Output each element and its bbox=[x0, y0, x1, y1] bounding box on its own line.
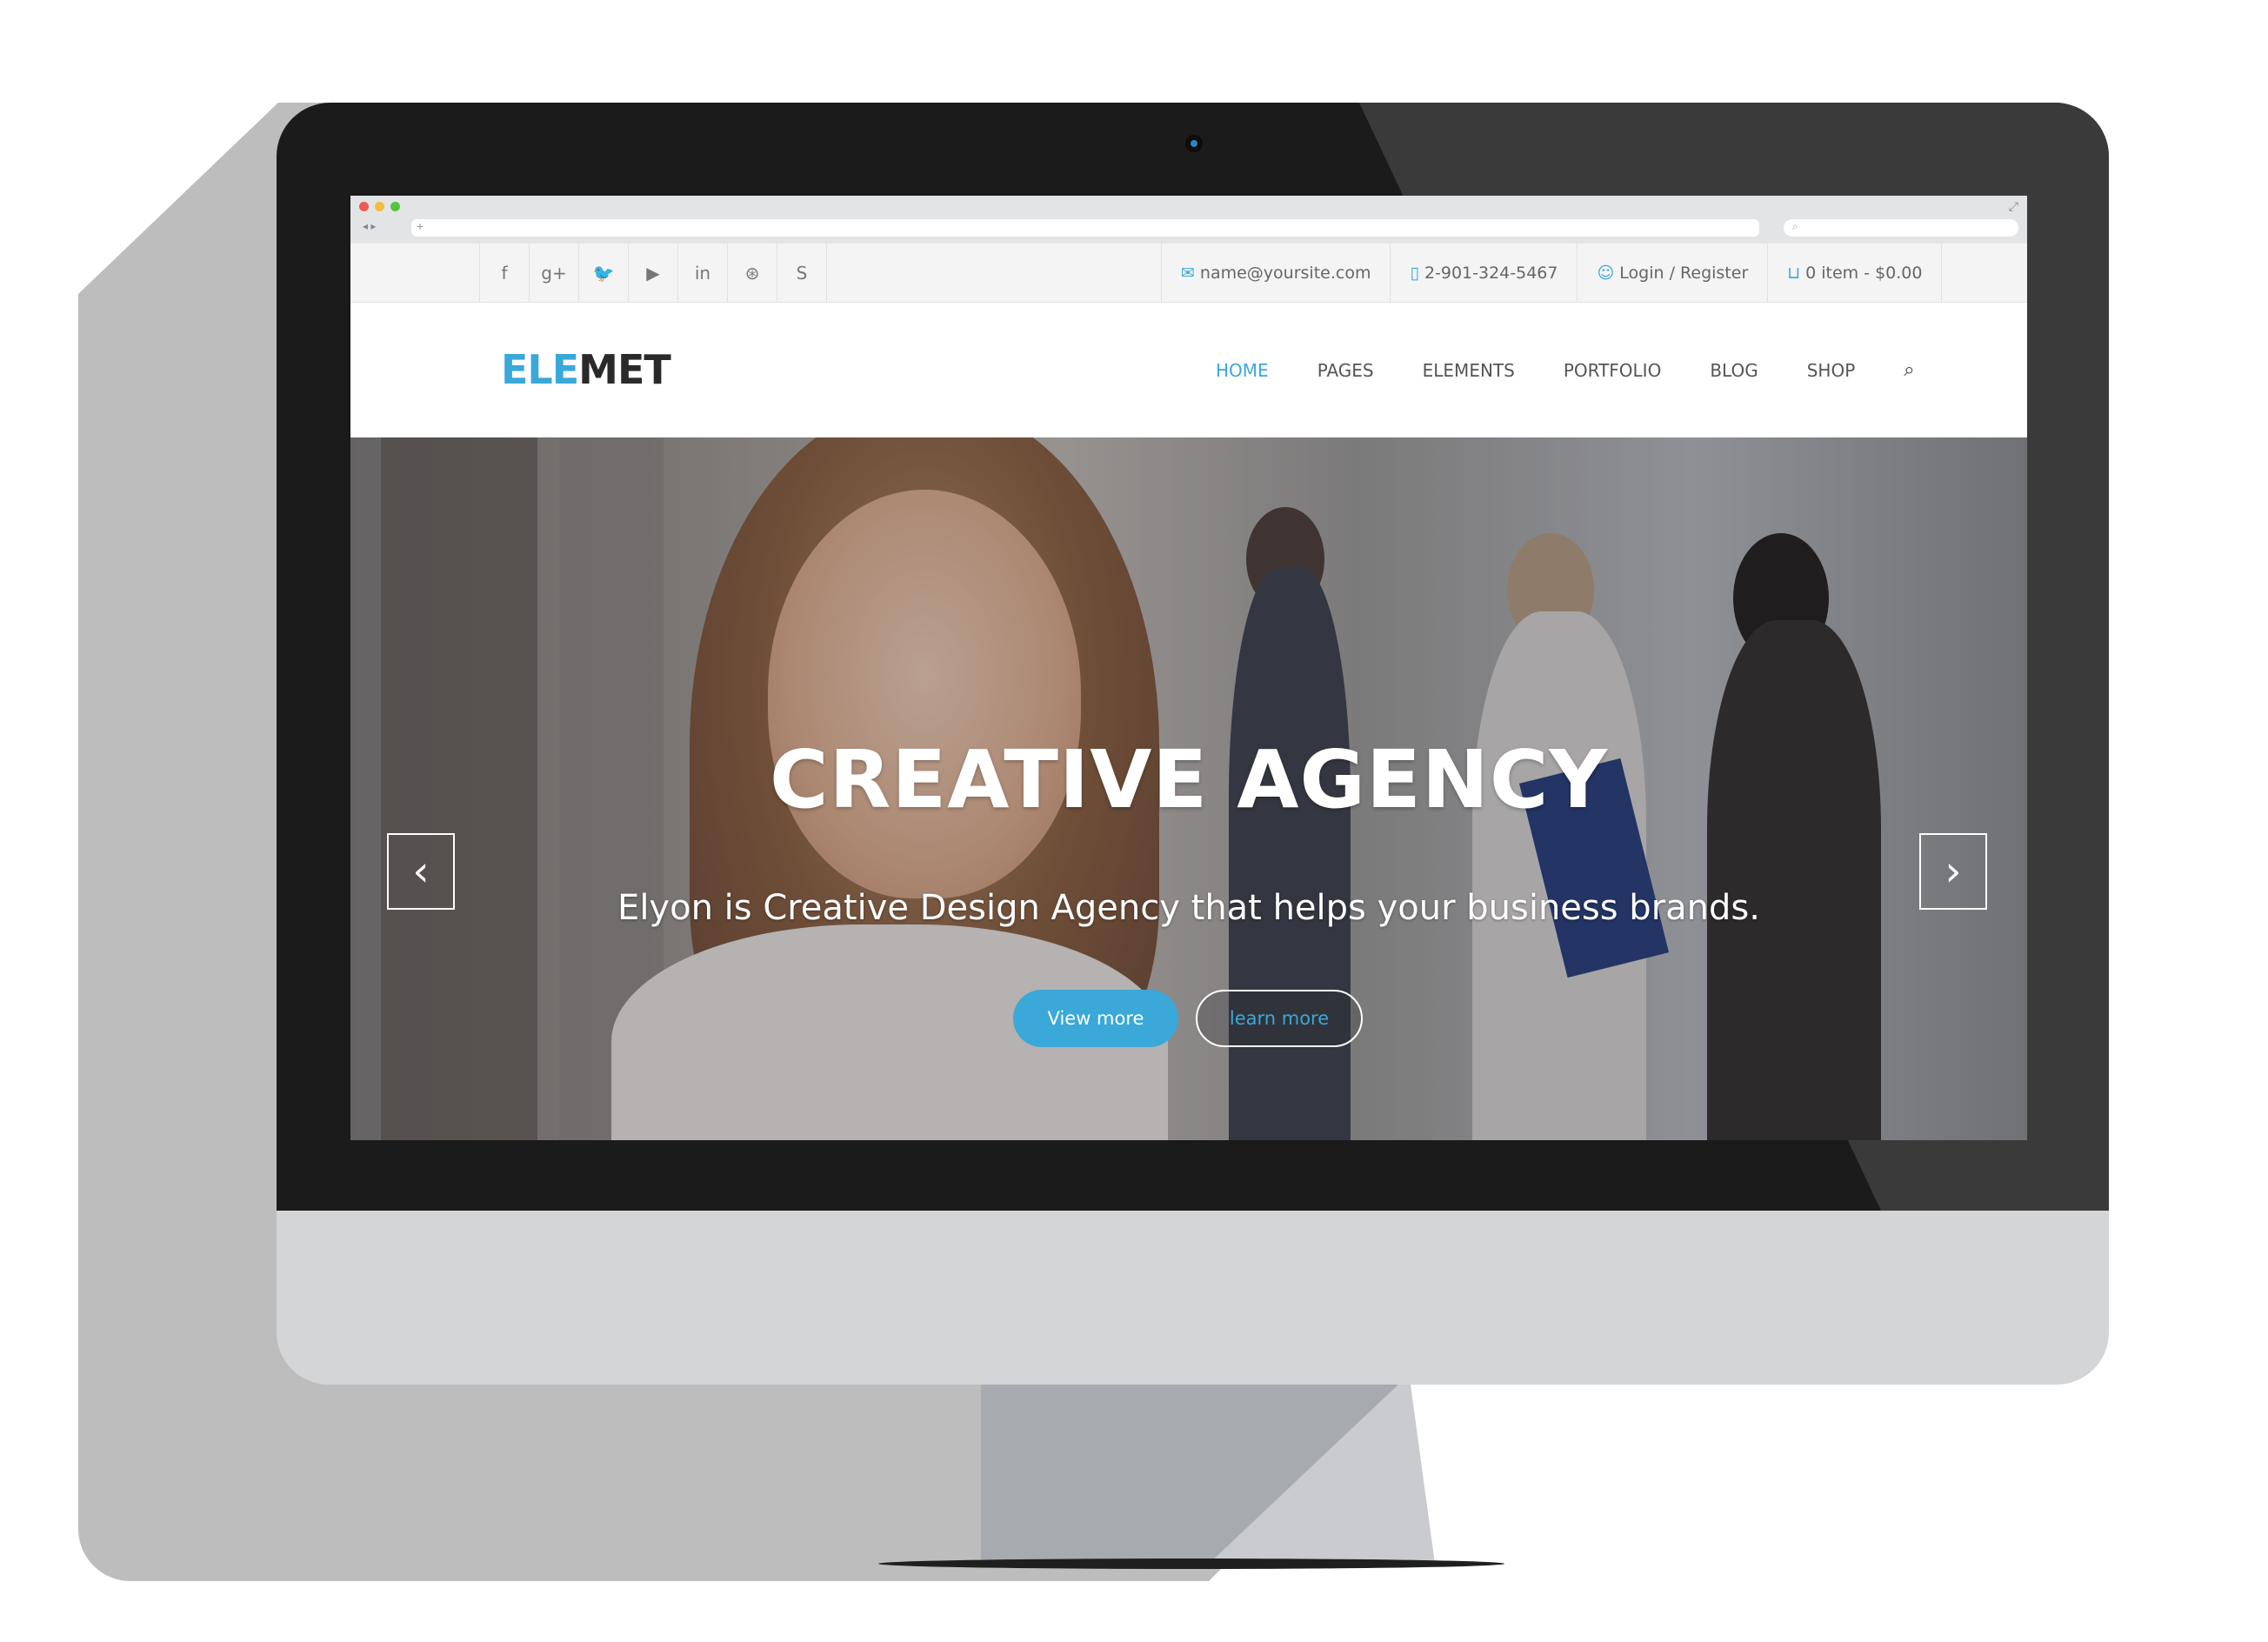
facebook-icon[interactable]: f bbox=[480, 244, 530, 302]
menu-item-home[interactable]: HOME bbox=[1216, 360, 1269, 381]
monitor-chin bbox=[277, 1211, 2109, 1385]
email-text: name@yoursite.com bbox=[1199, 263, 1371, 283]
view-more-button[interactable]: View more bbox=[1013, 990, 1178, 1047]
next-slide-arrow-icon[interactable]: › bbox=[1919, 833, 1987, 910]
search-icon[interactable]: ⌕ bbox=[1904, 359, 1914, 381]
close-window-dot[interactable] bbox=[359, 202, 369, 211]
login-register-link[interactable]: ☺ Login / Register bbox=[1578, 244, 1769, 302]
maximize-window-dot[interactable] bbox=[390, 202, 400, 211]
envelope-icon: ✉ bbox=[1181, 263, 1195, 283]
skype-icon[interactable]: S bbox=[777, 244, 827, 302]
hero-title: CREATIVE AGENCY bbox=[769, 733, 1609, 826]
monitor-stand bbox=[878, 1385, 1504, 1576]
top-bar: f g+ 🐦 ▶ in ⊛ S ✉ name@yoursite.com ▯ 2-… bbox=[350, 244, 2027, 303]
menu-item-elements[interactable]: ELEMENTS bbox=[1423, 360, 1515, 381]
prev-slide-arrow-icon[interactable]: ‹ bbox=[387, 833, 455, 910]
google-plus-icon[interactable]: g+ bbox=[530, 244, 579, 302]
site-header: ELEMET HOME PAGES ELEMENTS PORTFOLIO BLO… bbox=[350, 303, 2027, 437]
login-text: Login / Register bbox=[1619, 263, 1749, 283]
browser-search-field[interactable] bbox=[1784, 219, 2018, 237]
linkedin-icon[interactable]: in bbox=[678, 244, 728, 302]
user-icon: ☺ bbox=[1597, 263, 1615, 283]
menu-item-pages[interactable]: PAGES bbox=[1317, 360, 1374, 381]
expand-icon[interactable]: ⤢ bbox=[2009, 199, 2018, 214]
phone-contact: ▯ 2-901-324-5467 bbox=[1391, 244, 1578, 302]
hero-slider: CREATIVE AGENCY Elyon is Creative Design… bbox=[350, 437, 2027, 1140]
youtube-icon[interactable]: ▶ bbox=[629, 244, 678, 302]
hero-buttons: View more learn more bbox=[1013, 990, 1363, 1047]
site-logo[interactable]: ELEMET bbox=[501, 346, 671, 393]
dribbble-icon[interactable]: ⊛ bbox=[728, 244, 777, 302]
camera-icon bbox=[1185, 135, 1203, 152]
browser-chrome: ◂ ▸ + ⌕ ⤢ bbox=[350, 196, 2027, 244]
back-forward-icon[interactable]: ◂ ▸ bbox=[363, 220, 376, 232]
menu-item-blog[interactable]: BLOG bbox=[1710, 360, 1758, 381]
phone-text: 2-901-324-5467 bbox=[1424, 263, 1558, 283]
search-icon: ⌕ bbox=[1792, 220, 1798, 232]
hero-subtitle: Elyon is Creative Design Agency that hel… bbox=[617, 888, 1760, 928]
email-contact[interactable]: ✉ name@yoursite.com bbox=[1162, 244, 1391, 302]
phone-icon: ▯ bbox=[1410, 263, 1419, 283]
browser-screen: ◂ ▸ + ⌕ ⤢ f g+ 🐦 ▶ in ⊛ S ✉ name@yoursit… bbox=[350, 196, 2027, 1140]
logo-part-dark: MET bbox=[578, 346, 671, 393]
contact-info: ✉ name@yoursite.com ▯ 2-901-324-5467 ☺ L… bbox=[1161, 244, 1943, 302]
minimize-window-dot[interactable] bbox=[375, 202, 384, 211]
menu-item-shop[interactable]: SHOP bbox=[1807, 360, 1856, 381]
main-menu: HOME PAGES ELEMENTS PORTFOLIO BLOG SHOP … bbox=[1216, 303, 1915, 437]
stand-base bbox=[878, 1559, 1504, 1569]
learn-more-button[interactable]: learn more bbox=[1196, 990, 1363, 1047]
address-bar[interactable] bbox=[411, 219, 1759, 237]
new-tab-icon[interactable]: + bbox=[417, 219, 424, 233]
menu-item-portfolio[interactable]: PORTFOLIO bbox=[1564, 360, 1662, 381]
cart-link[interactable]: ⊔ 0 item - $0.00 bbox=[1768, 244, 1943, 302]
basket-icon: ⊔ bbox=[1787, 263, 1801, 283]
social-links: f g+ 🐦 ▶ in ⊛ S bbox=[479, 244, 827, 302]
logo-part-blue: ELE bbox=[501, 346, 579, 393]
twitter-icon[interactable]: 🐦 bbox=[579, 244, 629, 302]
cart-text: 0 item - $0.00 bbox=[1805, 263, 1923, 283]
